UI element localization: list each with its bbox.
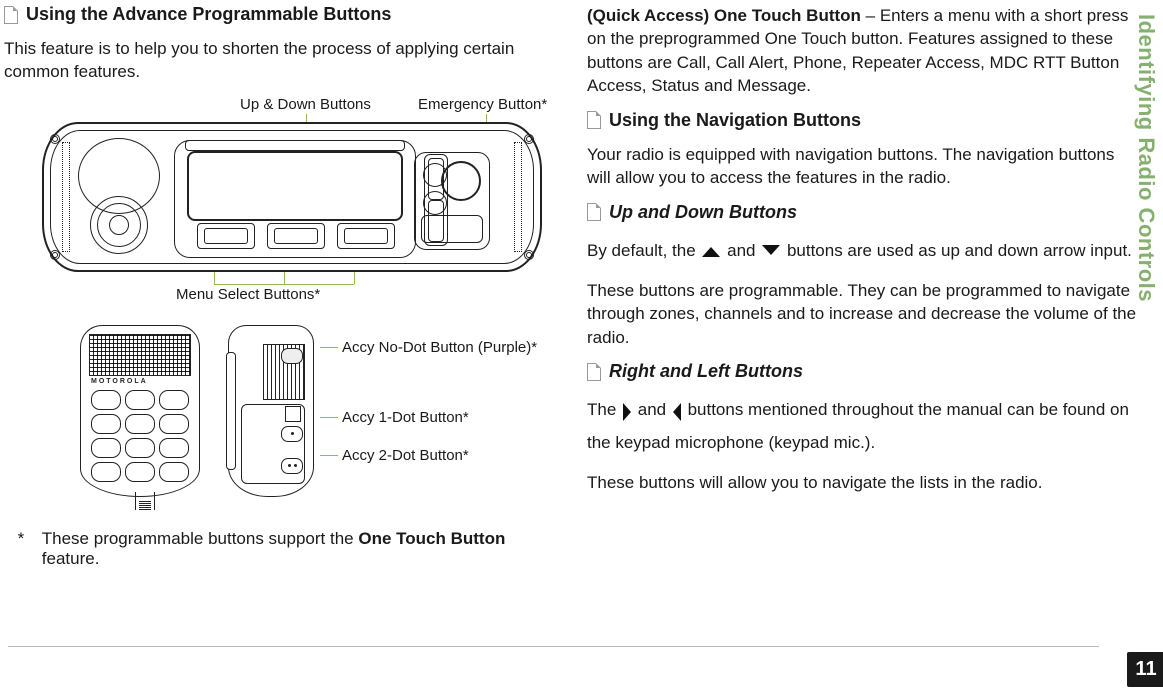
section-icon xyxy=(4,6,18,24)
figure-radio-front: Up & Down Buttons Emergency Button* Menu… xyxy=(34,96,554,311)
right-button-cluster xyxy=(414,152,490,250)
keypad xyxy=(91,390,189,482)
menu-select-1 xyxy=(197,223,255,249)
right-column: (Quick Access) One Touch Button – Enters… xyxy=(587,4,1142,569)
mic-side-view xyxy=(228,325,314,497)
radio-front-panel xyxy=(42,122,542,272)
heading-text: Up and Down Buttons xyxy=(609,202,797,223)
nav-paragraph: Your radio is equipped with navigation b… xyxy=(587,143,1142,190)
label-accy-2dot: Accy 2-Dot Button* xyxy=(342,447,469,464)
label-updown: Up & Down Buttons xyxy=(240,96,371,113)
side-tab-title: Identifying Radio Controls xyxy=(1133,14,1159,302)
arrow-down-icon xyxy=(762,245,780,255)
accy-2dot-button xyxy=(281,458,303,474)
accy-nodot-button xyxy=(281,348,303,364)
arrow-left-icon xyxy=(673,403,681,421)
footer-rule xyxy=(8,646,1099,647)
updown-p2: These buttons are programmable. They can… xyxy=(587,279,1142,349)
footnote-mark: * xyxy=(14,529,28,569)
label-emergency: Emergency Button* xyxy=(418,96,547,113)
volume-knob xyxy=(90,196,148,254)
heading-text: Right and Left Buttons xyxy=(609,361,803,382)
left-column: Using the Advance Programmable Buttons T… xyxy=(4,4,559,569)
side-tab: Identifying Radio Controls 11 xyxy=(1129,0,1163,699)
menu-select-3 xyxy=(337,223,395,249)
label-menu-select: Menu Select Buttons* xyxy=(176,286,320,303)
heading-text: Using the Advance Programmable Buttons xyxy=(26,4,391,25)
section-icon xyxy=(587,111,601,129)
rl-p1: The and buttons mentioned throughout the… xyxy=(587,394,1142,459)
heading-text: Using the Navigation Buttons xyxy=(609,110,861,131)
section-icon xyxy=(587,363,601,381)
menu-select-2 xyxy=(267,223,325,249)
section-icon xyxy=(587,203,601,221)
ptt-button xyxy=(226,352,236,470)
arrow-up-icon xyxy=(702,247,720,257)
footnote-text: These programmable buttons support the O… xyxy=(42,529,559,569)
label-accy-1dot: Accy 1-Dot Button* xyxy=(342,409,469,426)
mic-front-view: MOTOROLA xyxy=(80,325,200,497)
radio-display xyxy=(174,140,416,258)
quick-access-paragraph: (Quick Access) One Touch Button – Enters… xyxy=(587,4,1142,98)
figure-mic: Accy No-Dot Button (Purple)* Accy 1-Dot … xyxy=(70,321,500,521)
page-number: 11 xyxy=(1127,652,1163,687)
manual-page: Using the Advance Programmable Buttons T… xyxy=(0,0,1163,699)
heading-nav: Using the Navigation Buttons xyxy=(587,110,1142,131)
rl-p2: These buttons will allow you to navigate… xyxy=(587,471,1142,494)
intro-paragraph: This feature is to help you to shorten t… xyxy=(4,37,559,84)
emergency-button xyxy=(441,161,481,201)
heading-rightleft: Right and Left Buttons xyxy=(587,361,1142,382)
updown-p1: By default, the and buttons are used as … xyxy=(587,235,1142,267)
label-accy-nodot: Accy No-Dot Button (Purple)* xyxy=(342,339,537,356)
arrow-right-icon xyxy=(623,403,631,421)
quick-access-title: (Quick Access) One Touch Button xyxy=(587,6,861,25)
heading-updown: Up and Down Buttons xyxy=(587,202,1142,223)
heading-programmable: Using the Advance Programmable Buttons xyxy=(4,4,559,25)
footnote: * These programmable buttons support the… xyxy=(14,529,559,569)
